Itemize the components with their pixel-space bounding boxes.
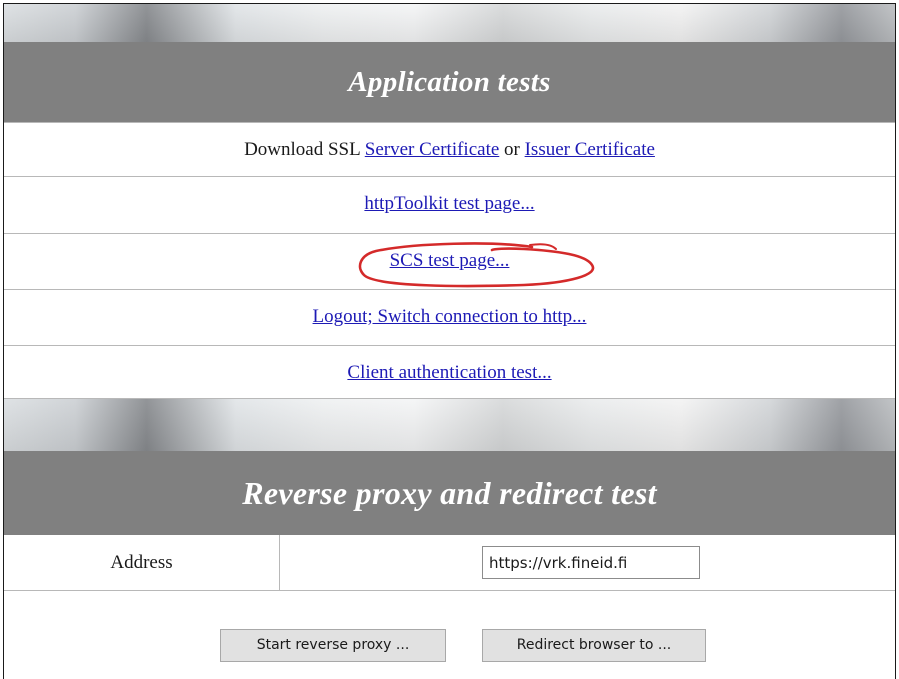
decorative-banner-middle	[4, 399, 895, 451]
download-ssl-prefix: Download SSL	[244, 139, 365, 160]
server-certificate-link[interactable]: Server Certificate	[365, 139, 500, 160]
redirect-browser-button[interactable]: Redirect browser to ...	[482, 629, 706, 662]
address-input[interactable]	[482, 546, 700, 579]
reverse-proxy-header: Reverse proxy and redirect test	[4, 451, 895, 535]
address-row: Address	[4, 535, 895, 591]
page-frame: Application tests Download SSL Server Ce…	[3, 3, 896, 679]
download-ssl-connector: or	[499, 139, 525, 160]
scs-test-row: SCS test page...	[4, 233, 895, 287]
httptoolkit-test-link[interactable]: httpToolkit test page...	[364, 193, 534, 214]
application-tests-title: Application tests	[348, 66, 551, 98]
client-auth-row: Client authentication test...	[4, 345, 895, 399]
issuer-certificate-link[interactable]: Issuer Certificate	[525, 139, 655, 160]
client-authentication-test-link[interactable]: Client authentication test...	[347, 362, 551, 383]
reverse-proxy-title: Reverse proxy and redirect test	[242, 475, 657, 511]
decorative-banner-top	[4, 4, 895, 42]
httptoolkit-row: httpToolkit test page...	[4, 176, 895, 230]
logout-switch-http-link[interactable]: Logout; Switch connection to http...	[313, 306, 587, 327]
scs-test-link[interactable]: SCS test page...	[390, 250, 510, 271]
logout-row: Logout; Switch connection to http...	[4, 289, 895, 343]
start-reverse-proxy-button[interactable]: Start reverse proxy ...	[220, 629, 446, 662]
application-tests-header: Application tests	[4, 42, 895, 122]
download-ssl-row: Download SSL Server Certificate or Issue…	[4, 122, 895, 176]
address-label: Address	[4, 535, 280, 591]
